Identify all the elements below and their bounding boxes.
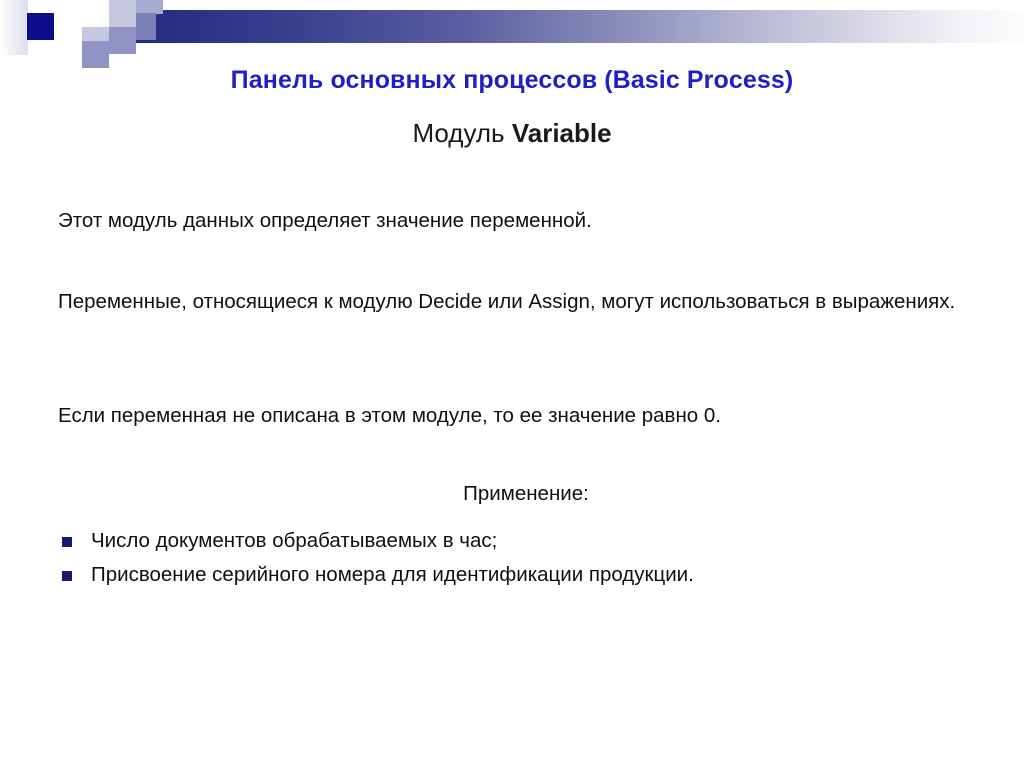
module-subtitle-name: Variable — [511, 118, 612, 148]
gradient-bar — [120, 10, 1024, 43]
page-title: Панель основных процессов (Basic Process… — [230, 66, 794, 94]
module-subtitle: Модуль Variable — [60, 118, 964, 149]
paragraph-usage-context: Переменные, относящиеся к модулю Decide … — [58, 290, 956, 313]
decor-square-dark-mid — [136, 13, 156, 40]
square-bullet-icon — [62, 571, 72, 581]
decor-square-medium-mid — [109, 27, 136, 54]
list-item-label: Присвоение серийного номера для идентифи… — [91, 563, 694, 586]
header-decoration-band — [0, 0, 1024, 68]
decor-square-light-upper — [109, 0, 136, 27]
decor-square-medium-lower — [82, 41, 109, 68]
usage-list: Число документов обрабатываемых в час; П… — [58, 524, 994, 592]
paragraph-default-value: Если переменная не описана в этом модуле… — [58, 404, 721, 427]
list-item-label: Число документов обрабатываемых в час; — [91, 529, 498, 552]
usage-heading: Применение: — [463, 482, 589, 505]
list-item: Присвоение серийного номера для идентифи… — [58, 558, 994, 592]
decor-square-white-top — [55, 0, 82, 13]
decor-square-pale-left — [0, 0, 28, 55]
module-subtitle-prefix: Модуль — [412, 118, 512, 148]
square-bullet-icon — [62, 537, 72, 547]
decor-square-mid-upper — [136, 0, 163, 14]
paragraph-definition: Этот модуль данных определяет значение п… — [58, 209, 592, 232]
decor-square-navy — [27, 13, 54, 40]
list-item: Число документов обрабатываемых в час; — [58, 524, 994, 558]
